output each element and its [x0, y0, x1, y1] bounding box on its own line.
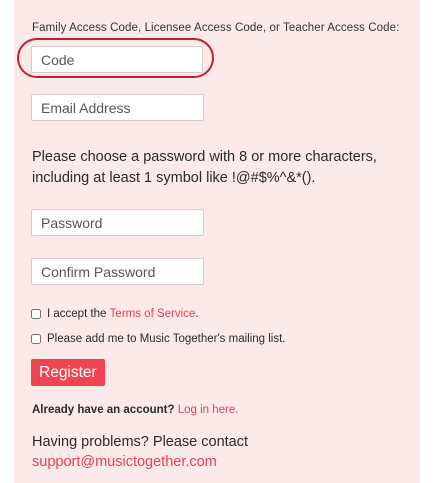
terms-checkbox[interactable] [31, 309, 41, 319]
support-block: Having problems? Please contact support@… [32, 432, 248, 472]
confirm-password-field[interactable] [31, 258, 204, 285]
access-code-input[interactable] [31, 46, 203, 73]
terms-of-service-link[interactable]: Terms of Service [110, 308, 196, 320]
email-field[interactable] [31, 94, 204, 121]
login-link[interactable]: Log in here. [178, 404, 239, 416]
support-text: Having problems? Please contact [32, 434, 249, 450]
mailing-list-label: Please add me to Music Together's mailin… [47, 333, 286, 345]
terms-prefix: I accept the [47, 308, 107, 320]
password-instructions: Please choose a password with 8 or more … [32, 149, 377, 186]
support-email-link[interactable]: support@musictogether.com [32, 454, 217, 470]
mailing-list-checkbox[interactable] [31, 334, 41, 344]
password-field[interactable] [31, 209, 204, 236]
login-prompt: Already have an account? [32, 404, 175, 416]
access-code-label: Family Access Code, Licensee Access Code… [32, 22, 400, 34]
terms-suffix: . [195, 308, 199, 320]
already-have-account: Already have an account? Log in here. [32, 404, 238, 416]
terms-row[interactable]: I accept the Terms of Service. [31, 308, 199, 320]
register-button[interactable]: Register [31, 359, 105, 386]
mailing-list-row[interactable]: Please add me to Music Together's mailin… [31, 333, 286, 345]
